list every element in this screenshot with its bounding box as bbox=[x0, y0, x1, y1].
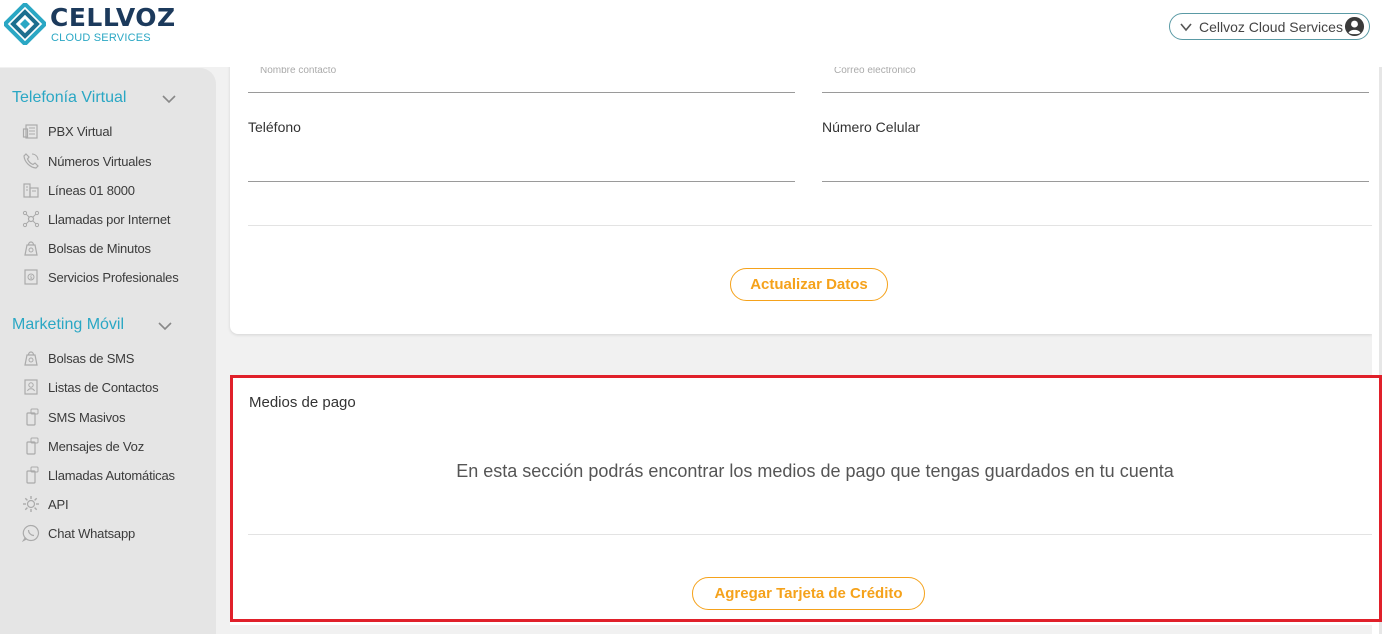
mobile-field-underline bbox=[822, 181, 1369, 182]
sidebar-item-label: Llamadas Automáticas bbox=[48, 467, 175, 483]
sidebar-item-label: Líneas 01 8000 bbox=[48, 182, 135, 198]
sidebar-item-listas-de-contactos[interactable]: Listas de Contactos bbox=[22, 377, 159, 397]
account-name: Cellvoz Cloud Services bbox=[1199, 18, 1343, 35]
contact-name-field[interactable] bbox=[248, 92, 795, 93]
brand-logo[interactable]: CELLVOZ CLOUD SERVICES bbox=[4, 3, 184, 47]
brand-subtitle: CLOUD SERVICES bbox=[51, 32, 151, 44]
update-data-button[interactable]: Actualizar Datos bbox=[730, 268, 888, 301]
sidebar-item-lineas-01-8000[interactable]: Líneas 01 8000 bbox=[22, 180, 135, 200]
svg-text:$: $ bbox=[30, 275, 33, 281]
phone-input[interactable] bbox=[248, 140, 795, 180]
page-scrollbar[interactable] bbox=[1372, 0, 1386, 634]
chevron-down-icon bbox=[1180, 22, 1192, 31]
sidebar-item-bolsas-de-sms[interactable]: Bolsas de SMS bbox=[22, 348, 134, 368]
sidebar-item-pbx-virtual[interactable]: PBX Virtual bbox=[22, 121, 112, 141]
payment-empty-message: En esta sección podrás encontrar los med… bbox=[456, 461, 1174, 481]
sidebar-item-label: Servicios Profesionales bbox=[48, 269, 179, 285]
sidebar-item-label: Números Virtuales bbox=[48, 153, 152, 169]
chevron-down-icon bbox=[158, 322, 172, 331]
form-divider bbox=[248, 225, 1372, 226]
top-header: CELLVOZ CLOUD SERVICES Cellvoz Cloud Ser… bbox=[0, 0, 1386, 67]
sidebar-item-label: SMS Masivos bbox=[48, 409, 126, 425]
sidebar-item-api[interactable]: API bbox=[22, 494, 69, 514]
sidebar-item-label: Listas de Contactos bbox=[48, 379, 159, 395]
mobile-icon bbox=[26, 408, 39, 426]
sidebar-item-sms-masivos[interactable]: SMS Masivos bbox=[22, 407, 125, 427]
mobile-input[interactable] bbox=[822, 140, 1369, 180]
contacts-icon bbox=[24, 379, 38, 395]
gear-icon bbox=[23, 496, 39, 512]
sidebar-item-chat-whatsapp[interactable]: Chat Whatsapp bbox=[22, 523, 135, 543]
sidebar-item-label: Bolsas de SMS bbox=[48, 350, 135, 366]
sidebar-item-label: Mensajes de Voz bbox=[48, 438, 145, 454]
sidebar-item-servicios-profesionales[interactable]: $ Servicios Profesionales bbox=[22, 267, 179, 287]
bag-icon bbox=[24, 241, 38, 256]
payment-divider bbox=[248, 534, 1372, 535]
sidebar-item-label: Bolsas de Minutos bbox=[48, 240, 151, 256]
phone-label: Teléfono bbox=[248, 119, 301, 135]
sidebar-item-label: PBX Virtual bbox=[48, 123, 113, 139]
sidebar-section-marketing-movil[interactable]: Marketing Móvil bbox=[12, 316, 172, 334]
logo-mark-icon bbox=[4, 3, 46, 45]
building-icon bbox=[23, 183, 39, 198]
sidebar-item-llamadas-por-internet[interactable]: Llamadas por Internet bbox=[22, 209, 170, 229]
payment-section-title: Medios de pago bbox=[249, 394, 356, 411]
sidebar-section-telefonia-virtual[interactable]: Telefonía Virtual bbox=[12, 89, 176, 107]
add-credit-card-button[interactable]: Agregar Tarjeta de Crédito bbox=[692, 577, 925, 610]
sidebar-item-bolsas-de-minutos[interactable]: Bolsas de Minutos bbox=[22, 238, 151, 258]
sidebar-item-label: Llamadas por Internet bbox=[48, 211, 171, 227]
brand-name: CELLVOZ bbox=[50, 3, 176, 32]
sidebar-item-numeros-virtuales[interactable]: Números Virtuales bbox=[22, 151, 151, 171]
user-circle-icon bbox=[1344, 16, 1365, 37]
sidebar-item-label: Chat Whatsapp bbox=[48, 525, 136, 541]
sidebar-item-llamadas-automaticas[interactable]: Llamadas Automáticas bbox=[22, 465, 175, 485]
section-title: Telefonía Virtual bbox=[12, 89, 127, 106]
pbx-icon bbox=[22, 124, 38, 139]
sidebar-item-mensajes-de-voz[interactable]: Mensajes de Voz bbox=[22, 436, 144, 456]
sidebar: Telefonía Virtual PBX Virtual Números Vi… bbox=[0, 68, 216, 634]
chevron-down-icon bbox=[162, 95, 176, 104]
account-menu-button[interactable]: Cellvoz Cloud Services bbox=[1169, 13, 1370, 40]
network-icon bbox=[22, 210, 40, 228]
phone-icon bbox=[23, 153, 39, 169]
whatsapp-icon bbox=[22, 524, 39, 542]
mobile-icon bbox=[26, 437, 39, 455]
sidebar-item-label: API bbox=[48, 496, 69, 512]
bag-icon bbox=[24, 351, 38, 366]
section-title: Marketing Móvil bbox=[12, 316, 125, 333]
mobile-icon bbox=[26, 466, 39, 484]
services-icon: $ bbox=[24, 269, 38, 285]
phone-field-underline bbox=[248, 181, 795, 182]
email-field[interactable] bbox=[822, 92, 1369, 93]
mobile-label: Número Celular bbox=[822, 119, 921, 135]
